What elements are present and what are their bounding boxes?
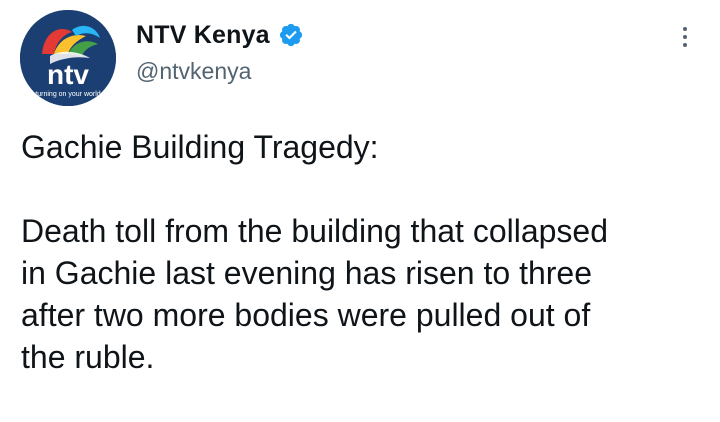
tweet-body-line: after two more bodies were pulled out of <box>21 297 591 333</box>
ntv-logo-icon: ntv turning on your world <box>20 10 116 106</box>
tweet-card: ntv turning on your world NTV Kenya @ntv… <box>0 0 720 422</box>
name-row: NTV Kenya <box>136 18 304 52</box>
more-dots-icon <box>683 35 687 39</box>
more-dots-icon <box>683 43 687 47</box>
tweet-body-line: in Gachie last evening has risen to thre… <box>21 255 592 291</box>
avatar-tagline: turning on your world <box>35 91 100 98</box>
avatar[interactable]: ntv turning on your world <box>20 10 116 106</box>
avatar-logo-text: ntv <box>47 59 89 90</box>
tweet-heading: Gachie Building Tragedy: <box>21 129 379 165</box>
tweet-text: Gachie Building Tragedy: Death toll from… <box>21 126 711 378</box>
verified-badge-icon <box>279 23 302 47</box>
tweet-body-line: the ruble. <box>21 339 155 375</box>
more-dots-icon <box>683 27 687 31</box>
handle[interactable]: @ntvkenya <box>136 58 251 85</box>
tweet-body-line: Death toll from the building that collap… <box>21 213 609 249</box>
display-name[interactable]: NTV Kenya <box>136 21 270 50</box>
more-options-button[interactable] <box>670 20 700 54</box>
